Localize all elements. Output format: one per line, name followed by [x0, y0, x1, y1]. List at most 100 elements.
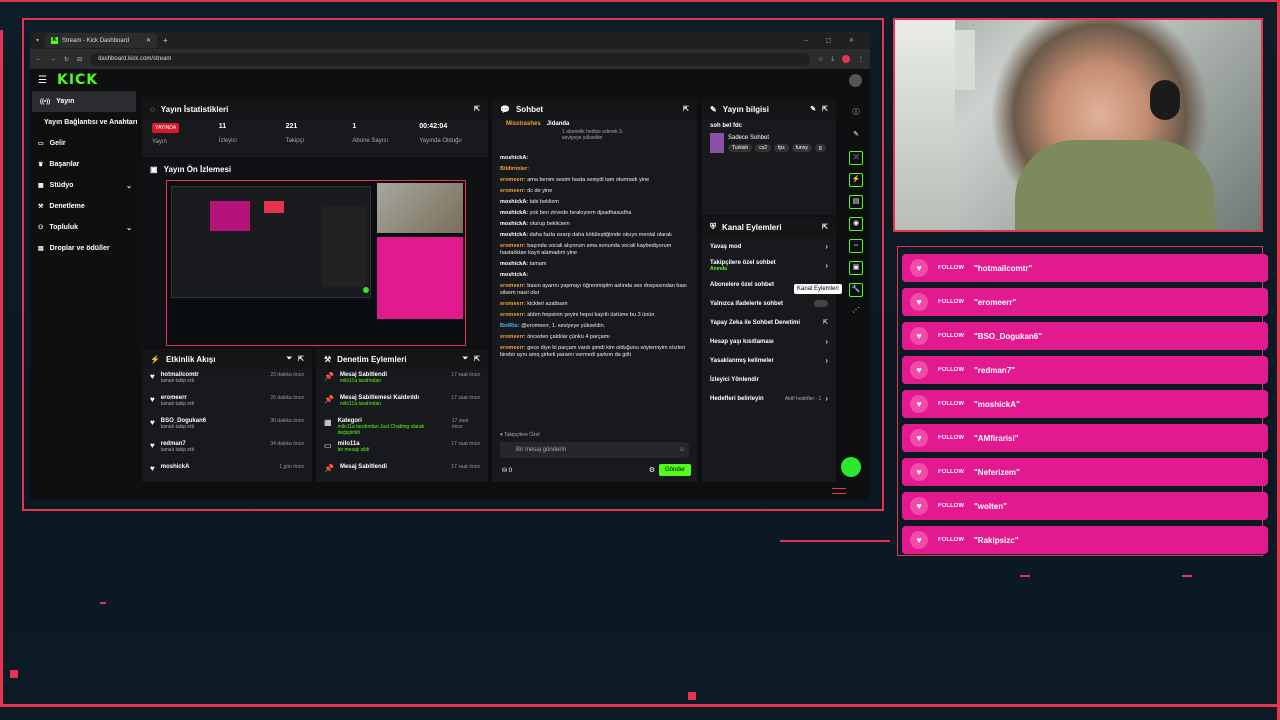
raid-icon[interactable]: ⤫ [849, 151, 863, 165]
chat-username[interactable]: moshickA: [500, 261, 528, 267]
chat-username[interactable]: moshickA: [500, 232, 528, 238]
popout-icon[interactable]: ⇱ [474, 105, 480, 113]
chat-username[interactable]: eromeerr: [500, 312, 526, 318]
chat-bubble-icon[interactable]: ◉ [849, 217, 863, 231]
clipboard-icon[interactable]: ▤ [849, 195, 863, 209]
stream-tag[interactable]: fps [774, 143, 789, 152]
lightning-icon[interactable]: ⚡ [849, 173, 863, 187]
sidebar-item[interactable]: ⚒ Denetleme [30, 196, 138, 217]
emoji-icon[interactable]: ☺ [679, 447, 689, 453]
hamburger-icon[interactable]: ☰ [38, 75, 47, 86]
close-tab-icon[interactable]: ✕ [146, 37, 151, 44]
filter-icon[interactable]: ⏷ [463, 355, 469, 363]
activity-row[interactable]: ♥ moshickA 1 gün önce [142, 461, 312, 484]
chat-username[interactable]: eromeerr: [500, 283, 526, 289]
pencil-icon[interactable]: ✎ [849, 129, 863, 143]
channel-action-row[interactable]: Takipçilere özel sohbet Anında › [702, 256, 836, 275]
chat-username[interactable]: BotRix: [500, 323, 520, 329]
modaction-row[interactable]: 📌 Mesaj Sabitlemesi Kaldırıldı milo11a tar… [316, 392, 488, 415]
modaction-row[interactable]: 📌 Mesaj Sabitlendi 17 saat önce [316, 461, 488, 484]
avatar[interactable] [849, 73, 862, 87]
sidebar-item[interactable]: ♛ Başarılar [30, 154, 138, 175]
category-name: Sadece Sohbet [728, 134, 770, 141]
follow-alert: ♥ FOLLOW "moshickA" [902, 390, 1268, 418]
chat-username[interactable]: Bildirimler: [500, 166, 529, 172]
forward-icon[interactable]: → [50, 56, 56, 62]
modaction-row[interactable]: ▭ milo11a bir mesajı sildi 17 saat önce [316, 438, 488, 461]
chat-username[interactable]: eromeerr: [500, 345, 526, 351]
popout-icon[interactable]: ⇱ [822, 223, 828, 231]
channel-actions-icon[interactable]: ▣ [849, 261, 863, 275]
sidebar-item[interactable]: Yayın Bağlantısı ve Anahtarı [30, 112, 138, 133]
chat-input[interactable]: Bir mesaj gönderin ☺ [500, 442, 689, 458]
sidebar-item[interactable]: ⚇ Topluluk ⌄ [30, 217, 138, 238]
extension-icon[interactable] [842, 55, 850, 63]
sidebar-item[interactable]: ((•)) Yayın [32, 91, 136, 112]
new-tab-icon[interactable]: + [163, 36, 168, 45]
modaction-row[interactable]: 📌 Mesaj Sabitlendi milo11a tarafından 17 sa… [316, 369, 488, 392]
chat-username[interactable]: moshickA: [500, 221, 528, 227]
info-icon[interactable]: ⓘ [849, 107, 863, 121]
nodes-icon[interactable]: ⋰ [849, 305, 863, 319]
follow-label: FOLLOW [938, 333, 964, 339]
sidebar-item[interactable]: ▭ Gelir [30, 133, 138, 154]
chat-message: eromeerr: ama benim sesim hasta sesiydi … [492, 175, 697, 186]
back-icon[interactable]: ← [36, 56, 42, 62]
follow-label: FOLLOW [938, 503, 964, 509]
wrench-icon[interactable]: 🔧 [849, 283, 863, 297]
resize-icon[interactable]: ⇔ [849, 239, 863, 253]
stream-tag[interactable]: funny [791, 143, 812, 152]
stat-item: 00:42:04 Yayında Olduğu [415, 123, 482, 145]
stats-title: Yayın İstatistikleri [160, 104, 229, 114]
browser-tab[interactable]: K Stream - Kick Dashboard ✕ [45, 33, 158, 48]
url-field[interactable]: dashboard.kick.com/stream [90, 52, 810, 66]
send-button[interactable]: Gönder [659, 464, 691, 476]
stream-preview-video[interactable] [166, 180, 466, 346]
popout-icon[interactable]: ⇱ [822, 105, 828, 113]
activity-feed-panel: ⚡ Etkinlik Akışı ⏷ ⇱ ♥ hotmailcomtr kanalı ta… [142, 349, 312, 482]
channel-action-row[interactable]: Hedefleri belirleyin Aktif hedefler - 1 › [702, 389, 836, 408]
chat-username[interactable]: moshickA: [500, 199, 528, 205]
window-controls[interactable]: – ▢ ✕ [805, 37, 870, 44]
stream-tag[interactable]: g [814, 143, 826, 152]
settings-icon[interactable]: ⚙ [649, 466, 655, 474]
chat-username[interactable]: eromeerr: [500, 188, 526, 194]
tab-menu-icon[interactable]: ▾ [36, 37, 39, 44]
bookmark-icon[interactable]: ☆ [818, 56, 823, 63]
channel-action-row[interactable]: Yalnızca ifadelerle sohbet [702, 294, 836, 313]
reload-icon[interactable]: ↻ [64, 56, 69, 63]
channel-action-row[interactable]: Hesap yaşı kısıtlaması › [702, 332, 836, 351]
channel-action-row[interactable]: Yasaklanmış kelimeler › [702, 351, 836, 370]
sidebar-item[interactable]: ▤ Droplar ve ödüller [30, 238, 138, 259]
stream-tag[interactable]: Turkish [728, 143, 753, 152]
filter-icon[interactable]: ⏷ [287, 355, 293, 363]
site-info-icon[interactable]: ⊟ [77, 56, 82, 63]
activity-time: 34 dakika önce [270, 441, 304, 447]
modaction-row[interactable]: ▦ Kategori milo11a tarafından Just Chattin… [316, 415, 488, 438]
activity-row[interactable]: ♥ eromeerr kanalı takip etti 26 dakika önce [142, 392, 312, 415]
channel-action-row[interactable]: Yavaş mod › [702, 237, 836, 256]
chat-username[interactable]: eromeerr: [500, 334, 526, 340]
menu-dots-icon[interactable]: ⋮ [858, 56, 864, 63]
popout-icon[interactable]: ⇱ [683, 105, 689, 113]
popout-icon[interactable]: ⇱ [298, 355, 304, 363]
stream-tag[interactable]: cs2 [755, 143, 771, 152]
channel-action-row[interactable]: Yapay Zeka ile Sohbet Denetimi ⇱ [702, 313, 836, 332]
edit-icon[interactable]: ✎ [810, 105, 816, 113]
chat-username[interactable]: moshickA: [500, 155, 528, 161]
chat-username[interactable]: eromeerr: [500, 177, 526, 183]
activity-row[interactable]: ♥ hotmailcomtr kanalı takip etti 23 dakika … [142, 369, 312, 392]
chat-username[interactable]: moshickA: [500, 272, 528, 278]
emote-only-toggle[interactable] [814, 300, 828, 307]
chat-username[interactable]: moshickA: [500, 210, 528, 216]
popout-icon[interactable]: ⇱ [474, 355, 480, 363]
hammer-icon: ⚒ [324, 354, 332, 364]
chat-username[interactable]: eromeerr: [500, 243, 526, 249]
sidebar-item[interactable]: ▦ Stüdyo ⌄ [30, 175, 138, 196]
download-icon[interactable]: ⤓ [831, 56, 834, 63]
chat-username[interactable]: eromeerr: [500, 301, 526, 307]
activity-row[interactable]: ♥ BSO_Dogukan6 kanalı takip etti 30 dakika … [142, 415, 312, 438]
channel-action-row[interactable]: İzleyici Yönlendir [702, 370, 836, 389]
activity-row[interactable]: ♥ redman7 kanalı takip etti 34 dakika önce [142, 438, 312, 461]
kick-logo[interactable]: KICK [57, 72, 98, 88]
